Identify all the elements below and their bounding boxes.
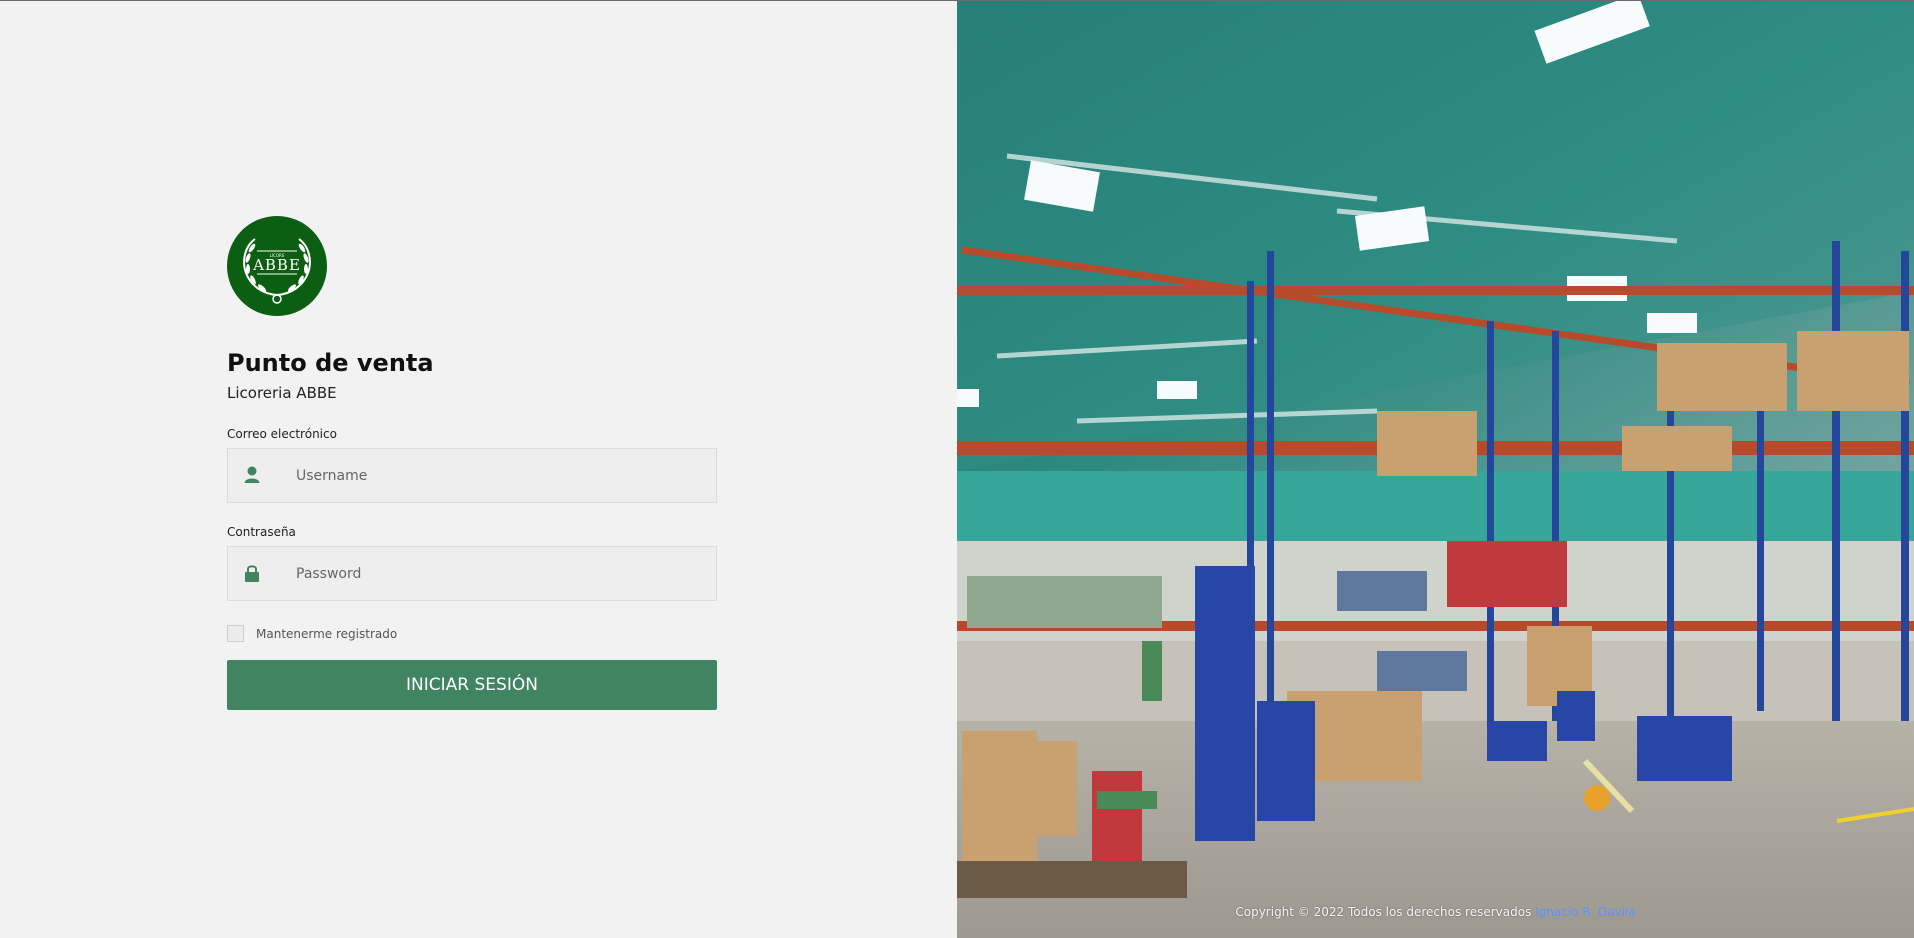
user-icon	[244, 466, 260, 483]
author-link[interactable]: Ignacio R. Davila	[1535, 905, 1635, 919]
login-form: LICORS ABBE Punto de venta Licoreria ABB…	[227, 216, 717, 710]
login-button[interactable]: INICIAR SESIÓN	[227, 660, 717, 710]
lock-icon	[245, 565, 259, 582]
password-field[interactable]	[227, 546, 717, 601]
store-name: Licoreria ABBE	[227, 384, 337, 402]
password-input[interactable]	[296, 547, 696, 600]
remember-checkbox[interactable]	[227, 625, 244, 642]
password-label: Contraseña	[227, 525, 296, 539]
username-field[interactable]	[227, 448, 717, 503]
copyright-footer: Copyright © 2022 Todos los derechos rese…	[957, 905, 1914, 919]
logo-text: ABBE	[252, 256, 301, 274]
login-panel: LICORS ABBE Punto de venta Licoreria ABB…	[0, 1, 957, 938]
remember-me: Mantenerme registrado	[227, 625, 717, 642]
email-label: Correo electrónico	[227, 427, 337, 441]
brand-logo: LICORS ABBE	[227, 216, 327, 316]
warehouse-photo	[957, 1, 1914, 938]
remember-label[interactable]: Mantenerme registrado	[256, 627, 397, 641]
username-input[interactable]	[296, 449, 696, 502]
copyright-text: Copyright © 2022 Todos los derechos rese…	[1235, 905, 1532, 919]
page-title: Punto de venta	[227, 349, 434, 377]
